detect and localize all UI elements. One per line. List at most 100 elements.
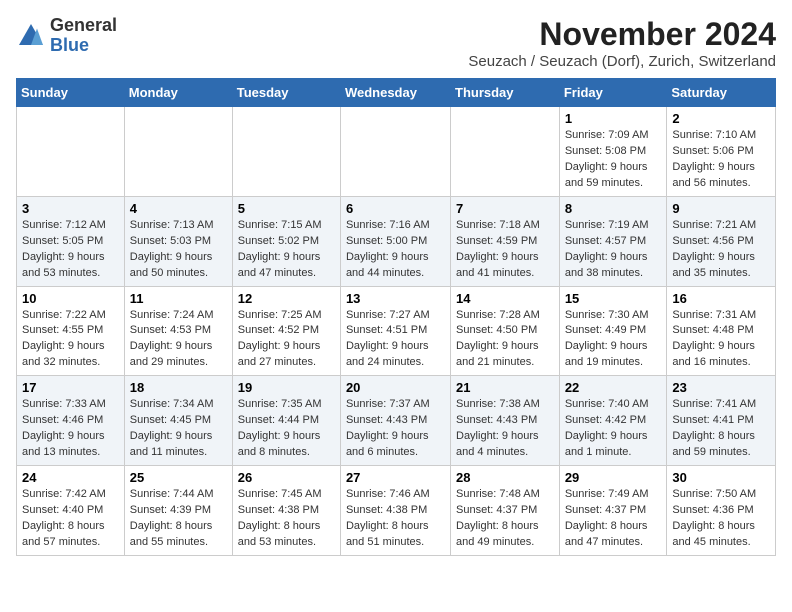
weekday-header-tuesday: Tuesday xyxy=(232,79,340,107)
weekday-header-saturday: Saturday xyxy=(667,79,776,107)
calendar-cell: 2 Sunrise: 7:10 AM Sunset: 5:06 PM Daylig… xyxy=(667,107,776,197)
calendar-cell: 28Sunrise: 7:48 AM Sunset: 4:37 PM Dayli… xyxy=(451,466,560,556)
weekday-header-thursday: Thursday xyxy=(451,79,560,107)
day-info: Sunrise: 7:31 AM Sunset: 4:48 PM Dayligh… xyxy=(672,308,770,372)
calendar-cell: 3 Sunrise: 7:12 AM Sunset: 5:05 PM Daylig… xyxy=(17,196,125,286)
day-info: Sunrise: 7:13 AM Sunset: 5:03 PM Dayligh… xyxy=(130,218,227,282)
calendar-cell: 12 Sunrise: 7:25 AM Sunset: 4:52 PM Dayli… xyxy=(232,286,340,376)
logo: General Blue xyxy=(16,16,117,56)
day-number: 24 xyxy=(22,470,119,485)
calendar-cell: 27Sunrise: 7:46 AM Sunset: 4:38 PM Dayli… xyxy=(340,466,450,556)
day-info: Sunrise: 7:15 AM Sunset: 5:02 PM Dayligh… xyxy=(238,218,335,282)
day-info: Sunrise: 7:18 AM Sunset: 4:59 PM Dayligh… xyxy=(456,218,554,282)
day-number: 9 xyxy=(672,201,770,216)
calendar-cell: 6 Sunrise: 7:16 AM Sunset: 5:00 PM Daylig… xyxy=(340,196,450,286)
calendar-cell xyxy=(17,107,125,197)
calendar-cell: 9 Sunrise: 7:21 AM Sunset: 4:56 PM Daylig… xyxy=(667,196,776,286)
weekday-header-wednesday: Wednesday xyxy=(340,79,450,107)
day-number: 3 xyxy=(22,201,119,216)
calendar-cell: 14Sunrise: 7:28 AM Sunset: 4:50 PM Dayli… xyxy=(451,286,560,376)
day-number: 5 xyxy=(238,201,335,216)
day-number: 12 xyxy=(238,291,335,306)
day-number: 8 xyxy=(565,201,662,216)
calendar-cell: 25Sunrise: 7:44 AM Sunset: 4:39 PM Dayli… xyxy=(124,466,232,556)
day-number: 2 xyxy=(672,111,770,126)
calendar-cell: 16 Sunrise: 7:31 AM Sunset: 4:48 PM Dayli… xyxy=(667,286,776,376)
calendar-cell: 23 Sunrise: 7:41 AM Sunset: 4:41 PM Dayli… xyxy=(667,376,776,466)
day-number: 25 xyxy=(130,470,227,485)
day-info: Sunrise: 7:27 AM Sunset: 4:51 PM Dayligh… xyxy=(346,308,445,372)
day-number: 17 xyxy=(22,380,119,395)
calendar-cell: 22 Sunrise: 7:40 AM Sunset: 4:42 PM Dayli… xyxy=(559,376,667,466)
calendar-cell: 18 Sunrise: 7:34 AM Sunset: 4:45 PM Dayli… xyxy=(124,376,232,466)
calendar-table: SundayMondayTuesdayWednesdayThursdayFrid… xyxy=(16,78,776,556)
calendar-cell: 24Sunrise: 7:42 AM Sunset: 4:40 PM Dayli… xyxy=(17,466,125,556)
day-number: 4 xyxy=(130,201,227,216)
day-number: 19 xyxy=(238,380,335,395)
calendar-cell: 11 Sunrise: 7:24 AM Sunset: 4:53 PM Dayli… xyxy=(124,286,232,376)
calendar-cell: 8 Sunrise: 7:19 AM Sunset: 4:57 PM Daylig… xyxy=(559,196,667,286)
day-number: 26 xyxy=(238,470,335,485)
calendar-cell xyxy=(232,107,340,197)
day-info: Sunrise: 7:40 AM Sunset: 4:42 PM Dayligh… xyxy=(565,397,662,461)
day-info: Sunrise: 7:45 AM Sunset: 4:38 PM Dayligh… xyxy=(238,487,335,551)
day-info: Sunrise: 7:19 AM Sunset: 4:57 PM Dayligh… xyxy=(565,218,662,282)
day-info: Sunrise: 7:22 AM Sunset: 4:55 PM Dayligh… xyxy=(22,308,119,372)
day-info: Sunrise: 7:35 AM Sunset: 4:44 PM Dayligh… xyxy=(238,397,335,461)
calendar-week-3: 10Sunrise: 7:22 AM Sunset: 4:55 PM Dayli… xyxy=(17,286,776,376)
day-info: Sunrise: 7:28 AM Sunset: 4:50 PM Dayligh… xyxy=(456,308,554,372)
day-number: 18 xyxy=(130,380,227,395)
calendar-cell: 15 Sunrise: 7:30 AM Sunset: 4:49 PM Dayli… xyxy=(559,286,667,376)
day-info: Sunrise: 7:24 AM Sunset: 4:53 PM Dayligh… xyxy=(130,308,227,372)
day-info: Sunrise: 7:37 AM Sunset: 4:43 PM Dayligh… xyxy=(346,397,445,461)
calendar-cell xyxy=(124,107,232,197)
day-number: 30 xyxy=(672,470,770,485)
calendar-cell: 13 Sunrise: 7:27 AM Sunset: 4:51 PM Dayli… xyxy=(340,286,450,376)
day-number: 15 xyxy=(565,291,662,306)
day-number: 22 xyxy=(565,380,662,395)
calendar-cell: 20 Sunrise: 7:37 AM Sunset: 4:43 PM Dayli… xyxy=(340,376,450,466)
day-number: 29 xyxy=(565,470,662,485)
logo-icon xyxy=(16,21,46,51)
calendar-cell: 7Sunrise: 7:18 AM Sunset: 4:59 PM Daylig… xyxy=(451,196,560,286)
weekday-header-monday: Monday xyxy=(124,79,232,107)
day-info: Sunrise: 7:30 AM Sunset: 4:49 PM Dayligh… xyxy=(565,308,662,372)
weekday-header-friday: Friday xyxy=(559,79,667,107)
day-info: Sunrise: 7:21 AM Sunset: 4:56 PM Dayligh… xyxy=(672,218,770,282)
day-info: Sunrise: 7:38 AM Sunset: 4:43 PM Dayligh… xyxy=(456,397,554,461)
calendar-cell: 29 Sunrise: 7:49 AM Sunset: 4:37 PM Dayli… xyxy=(559,466,667,556)
calendar-cell: 19 Sunrise: 7:35 AM Sunset: 4:44 PM Dayli… xyxy=(232,376,340,466)
day-number: 16 xyxy=(672,291,770,306)
calendar-cell: 10Sunrise: 7:22 AM Sunset: 4:55 PM Dayli… xyxy=(17,286,125,376)
day-info: Sunrise: 7:50 AM Sunset: 4:36 PM Dayligh… xyxy=(672,487,770,551)
day-info: Sunrise: 7:49 AM Sunset: 4:37 PM Dayligh… xyxy=(565,487,662,551)
day-info: Sunrise: 7:10 AM Sunset: 5:06 PM Dayligh… xyxy=(672,128,770,192)
calendar-cell: 1Sunrise: 7:09 AM Sunset: 5:08 PM Daylig… xyxy=(559,107,667,197)
calendar-cell: 26 Sunrise: 7:45 AM Sunset: 4:38 PM Dayli… xyxy=(232,466,340,556)
day-info: Sunrise: 7:33 AM Sunset: 4:46 PM Dayligh… xyxy=(22,397,119,461)
day-info: Sunrise: 7:16 AM Sunset: 5:00 PM Dayligh… xyxy=(346,218,445,282)
day-number: 27 xyxy=(346,470,445,485)
calendar-week-5: 24Sunrise: 7:42 AM Sunset: 4:40 PM Dayli… xyxy=(17,466,776,556)
calendar-cell xyxy=(451,107,560,197)
day-number: 13 xyxy=(346,291,445,306)
location-subtitle: Seuzach / Seuzach (Dorf), Zurich, Switze… xyxy=(468,53,776,70)
calendar-week-1: 1Sunrise: 7:09 AM Sunset: 5:08 PM Daylig… xyxy=(17,107,776,197)
day-number: 11 xyxy=(130,291,227,306)
day-info: Sunrise: 7:09 AM Sunset: 5:08 PM Dayligh… xyxy=(565,128,662,192)
day-info: Sunrise: 7:41 AM Sunset: 4:41 PM Dayligh… xyxy=(672,397,770,461)
day-info: Sunrise: 7:25 AM Sunset: 4:52 PM Dayligh… xyxy=(238,308,335,372)
calendar-week-4: 17 Sunrise: 7:33 AM Sunset: 4:46 PM Dayli… xyxy=(17,376,776,466)
calendar-cell xyxy=(340,107,450,197)
day-info: Sunrise: 7:12 AM Sunset: 5:05 PM Dayligh… xyxy=(22,218,119,282)
calendar-cell: 30 Sunrise: 7:50 AM Sunset: 4:36 PM Dayli… xyxy=(667,466,776,556)
calendar-week-2: 3 Sunrise: 7:12 AM Sunset: 5:05 PM Daylig… xyxy=(17,196,776,286)
day-number: 23 xyxy=(672,380,770,395)
day-number: 28 xyxy=(456,470,554,485)
logo-text: General Blue xyxy=(50,16,117,56)
weekday-header-sunday: Sunday xyxy=(17,79,125,107)
day-info: Sunrise: 7:34 AM Sunset: 4:45 PM Dayligh… xyxy=(130,397,227,461)
day-number: 20 xyxy=(346,380,445,395)
calendar-cell: 21Sunrise: 7:38 AM Sunset: 4:43 PM Dayli… xyxy=(451,376,560,466)
day-number: 6 xyxy=(346,201,445,216)
